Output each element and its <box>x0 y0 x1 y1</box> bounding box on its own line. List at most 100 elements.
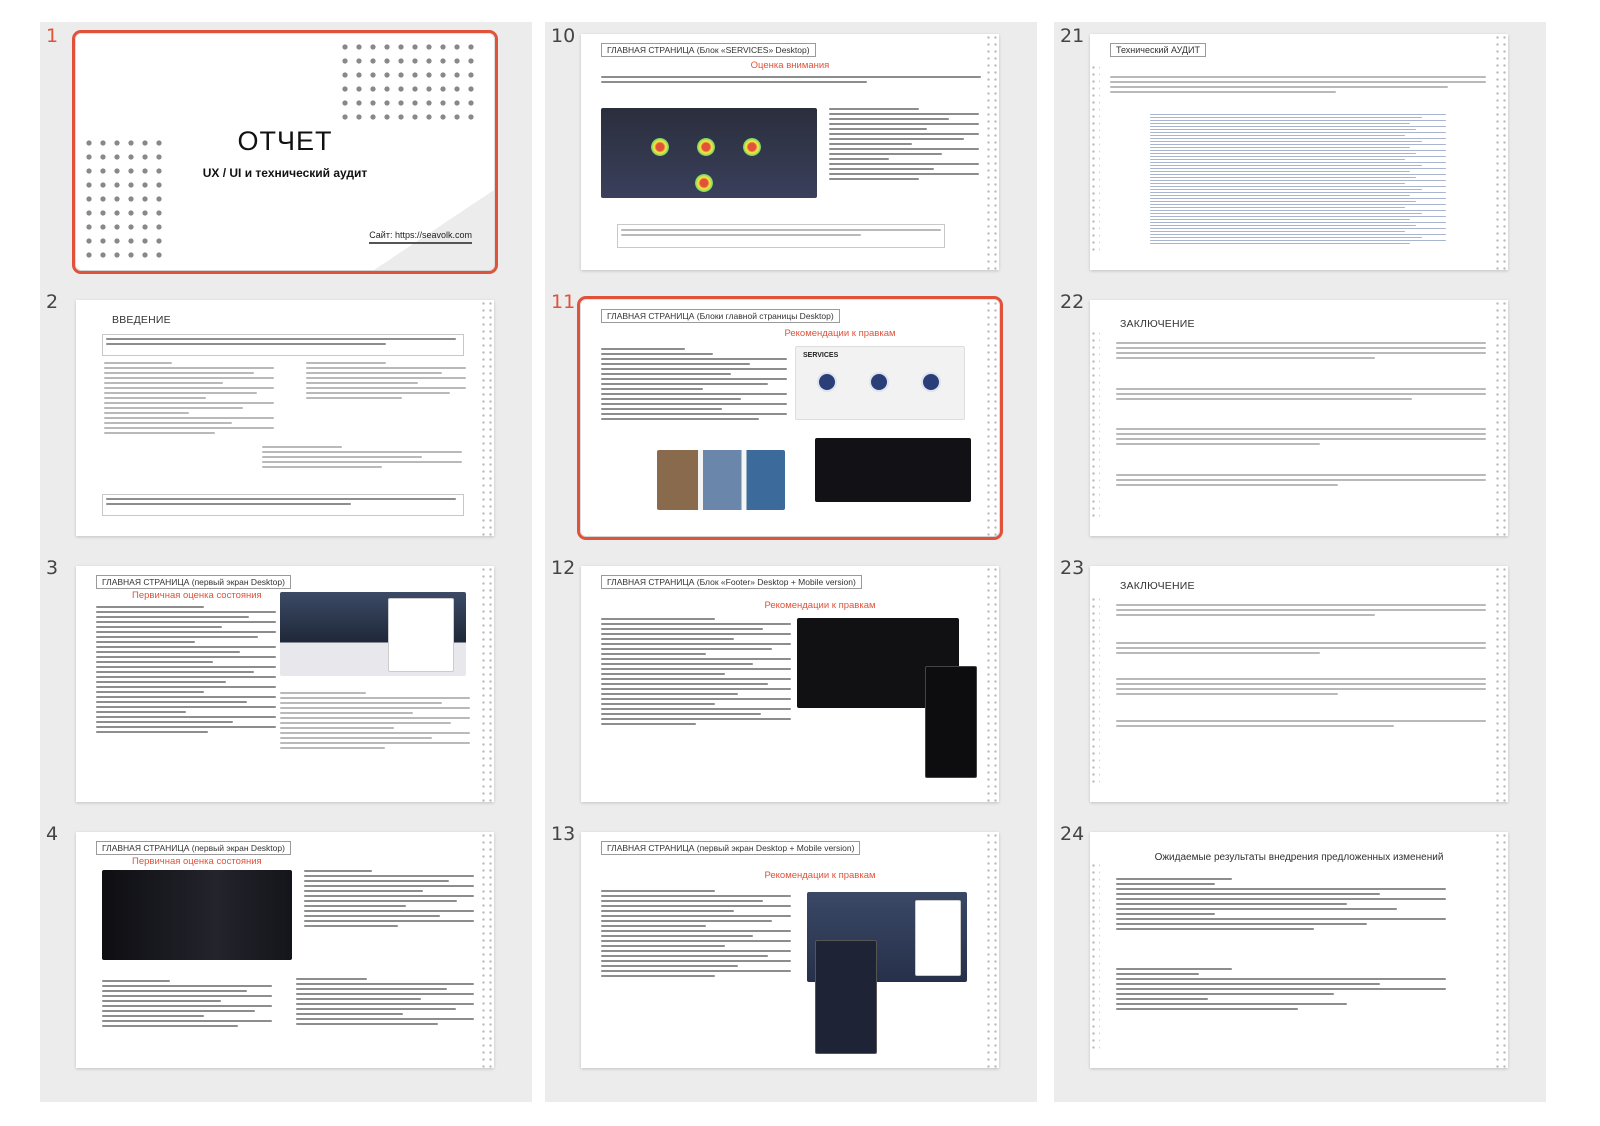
slide-title: ГЛАВНАЯ СТРАНИЦА (первый экран Desktop) <box>96 841 291 855</box>
mobile-screenshot <box>815 940 877 1054</box>
slide-thumbnail-23[interactable]: 23 ЗАКЛЮЧЕНИЕ <box>1054 554 1546 814</box>
slide-preview[interactable]: ГЛАВНАЯ СТРАНИЦА (первый экран Desktop) … <box>76 566 494 802</box>
text-block <box>1116 678 1486 714</box>
decorative-dot-grid <box>1090 862 1100 1052</box>
text-block <box>829 108 979 218</box>
slide-preview[interactable]: ОТЧЕТ UX / UI и технический аудит Сайт: … <box>72 30 498 274</box>
slide-preview[interactable]: ЗАКЛЮЧЕНИЕ <box>1090 566 1508 802</box>
text-block <box>296 978 474 1060</box>
slide-preview[interactable]: ГЛАВНАЯ СТРАНИЦА (первый экран Desktop +… <box>581 832 999 1068</box>
decorative-dot-grid <box>985 832 999 1068</box>
text-block <box>1116 428 1486 468</box>
slide-title: ГЛАВНАЯ СТРАНИЦА (Блок «Footer» Desktop … <box>601 575 862 589</box>
slide-number: 24 <box>1060 823 1085 845</box>
decorative-dot-grid <box>1494 300 1508 536</box>
text-block <box>280 692 470 788</box>
slide-preview[interactable]: ГЛАВНАЯ СТРАНИЦА (первый экран Desktop) … <box>76 832 494 1068</box>
text-block <box>1116 878 1446 960</box>
slide-panel-column-3: 21 Технический АУДИТ 22 ЗАКЛЮЧЕНИЕ 23 ЗА… <box>1054 22 1546 1102</box>
slide-subtitle: Оценка внимания <box>750 60 830 71</box>
text-block <box>1116 642 1486 672</box>
slide-panel-column-1: 1 ОТЧЕТ UX / UI и технический аудит Сайт… <box>40 22 532 1102</box>
slide-preview[interactable]: ВВЕДЕНИЕ <box>76 300 494 536</box>
text-block <box>102 980 272 1060</box>
decorative-dot-grid <box>338 40 478 122</box>
text-block <box>304 870 474 970</box>
slide-preview[interactable]: ГЛАВНАЯ СТРАНИЦА (Блоки главной страницы… <box>577 296 1003 540</box>
slide-thumbnail-10[interactable]: 10 ГЛАВНАЯ СТРАНИЦА (Блок «SERVICES» Des… <box>545 22 1037 282</box>
slide-title: ГЛАВНАЯ СТРАНИЦА (Блок «SERVICES» Deskto… <box>601 43 816 57</box>
slide-thumbnail-12[interactable]: 12 ГЛАВНАЯ СТРАНИЦА (Блок «Footer» Deskt… <box>545 554 1037 814</box>
text-block <box>1110 76 1486 110</box>
slide-preview[interactable]: ЗАКЛЮЧЕНИЕ <box>1090 300 1508 536</box>
slide-thumbnail-24[interactable]: 24 Ожидаемые результаты внедрения предло… <box>1054 820 1546 1080</box>
form-screenshot <box>915 900 961 976</box>
photos-screenshot <box>657 450 785 510</box>
slide-thumbnail-21[interactable]: 21 Технический АУДИТ <box>1054 22 1546 282</box>
slide-preview[interactable]: ГЛАВНАЯ СТРАНИЦА (Блок «Footer» Desktop … <box>581 566 999 802</box>
service-icon <box>869 372 889 392</box>
form-screenshot <box>388 598 454 672</box>
text-block <box>1116 474 1486 504</box>
slide-number: 13 <box>551 823 576 845</box>
website-screenshot <box>102 870 292 960</box>
text-block <box>601 618 791 788</box>
slide-thumbnail-1[interactable]: 1 ОТЧЕТ UX / UI и технический аудит Сайт… <box>40 22 532 282</box>
slide-number: 22 <box>1060 291 1085 313</box>
slide-thumbnail-13[interactable]: 13 ГЛАВНАЯ СТРАНИЦА (первый экран Deskto… <box>545 820 1037 1080</box>
slide-preview[interactable]: Технический АУДИТ <box>1090 34 1508 270</box>
slide-number: 2 <box>46 291 59 313</box>
decorative-dot-grid <box>480 300 494 536</box>
slide-subtitle: Рекомендации к правкам <box>784 328 896 339</box>
slide-preview[interactable]: ГЛАВНАЯ СТРАНИЦА (Блок «SERVICES» Deskto… <box>581 34 999 270</box>
slide-subtitle: Первичная оценка состояния <box>132 856 262 867</box>
text-block <box>1116 968 1446 1038</box>
decorative-dot-grid <box>1494 566 1508 802</box>
slide-panel-column-2: 10 ГЛАВНАЯ СТРАНИЦА (Блок «SERVICES» Des… <box>545 22 1037 1102</box>
slide-title: ГЛАВНАЯ СТРАНИЦА (первый экран Desktop) <box>96 575 291 589</box>
text-block <box>1116 720 1486 738</box>
slide-subtitle: UX / UI и технический аудит <box>202 166 368 180</box>
text-block <box>1116 342 1486 382</box>
service-icon <box>921 372 941 392</box>
dark-block-screenshot <box>815 438 971 502</box>
text-block <box>104 362 274 472</box>
text-block <box>306 362 466 437</box>
decorative-dot-grid <box>1494 34 1508 270</box>
slide-subtitle: Рекомендации к правкам <box>764 600 876 611</box>
decorative-dot-grid <box>480 832 494 1068</box>
slide-number: 10 <box>551 25 576 47</box>
text-block <box>1116 604 1486 634</box>
heatmap-spot <box>695 174 713 192</box>
slide-title: ГЛАВНАЯ СТРАНИЦА (первый экран Desktop +… <box>601 841 861 855</box>
slide-number: 1 <box>46 25 59 47</box>
slide-title: ЗАКЛЮЧЕНИЕ <box>1120 318 1195 330</box>
slide-thumbnail-22[interactable]: 22 ЗАКЛЮЧЕНИЕ <box>1054 288 1546 548</box>
slide-title: ЗАКЛЮЧЕНИЕ <box>1120 580 1195 592</box>
slide-title: Технический АУДИТ <box>1110 43 1206 57</box>
slide-number: 23 <box>1060 557 1085 579</box>
slide-preview[interactable]: Ожидаемые результаты внедрения предложен… <box>1090 832 1508 1068</box>
decorative-dot-grid <box>480 566 494 802</box>
slide-number: 12 <box>551 557 576 579</box>
decorative-dot-grid <box>1090 64 1100 254</box>
slide-subtitle: Первичная оценка состояния <box>132 590 262 601</box>
slide-number: 3 <box>46 557 59 579</box>
slide-thumbnail-2[interactable]: 2 ВВЕДЕНИЕ <box>40 288 532 548</box>
slide-subtitle: Рекомендации к правкам <box>764 870 876 881</box>
links-table <box>1150 114 1446 260</box>
decorative-dot-grid <box>1494 832 1508 1068</box>
decorative-dot-grid <box>1090 596 1100 786</box>
services-label: SERVICES <box>803 352 839 359</box>
text-block <box>96 606 276 796</box>
decorative-dot-grid <box>1090 330 1100 520</box>
text-block <box>601 890 791 1050</box>
slide-thumbnail-11[interactable]: 11 ГЛАВНАЯ СТРАНИЦА (Блоки главной стран… <box>545 288 1037 548</box>
text-block <box>262 446 462 486</box>
text-block <box>106 498 456 512</box>
slide-thumbnail-3[interactable]: 3 ГЛАВНАЯ СТРАНИЦА (первый экран Desktop… <box>40 554 532 814</box>
slide-title: ГЛАВНАЯ СТРАНИЦА (Блоки главной страницы… <box>601 309 840 323</box>
service-icon <box>817 372 837 392</box>
slide-thumbnail-4[interactable]: 4 ГЛАВНАЯ СТРАНИЦА (первый экран Desktop… <box>40 820 532 1080</box>
heatmap-spot <box>697 138 715 156</box>
